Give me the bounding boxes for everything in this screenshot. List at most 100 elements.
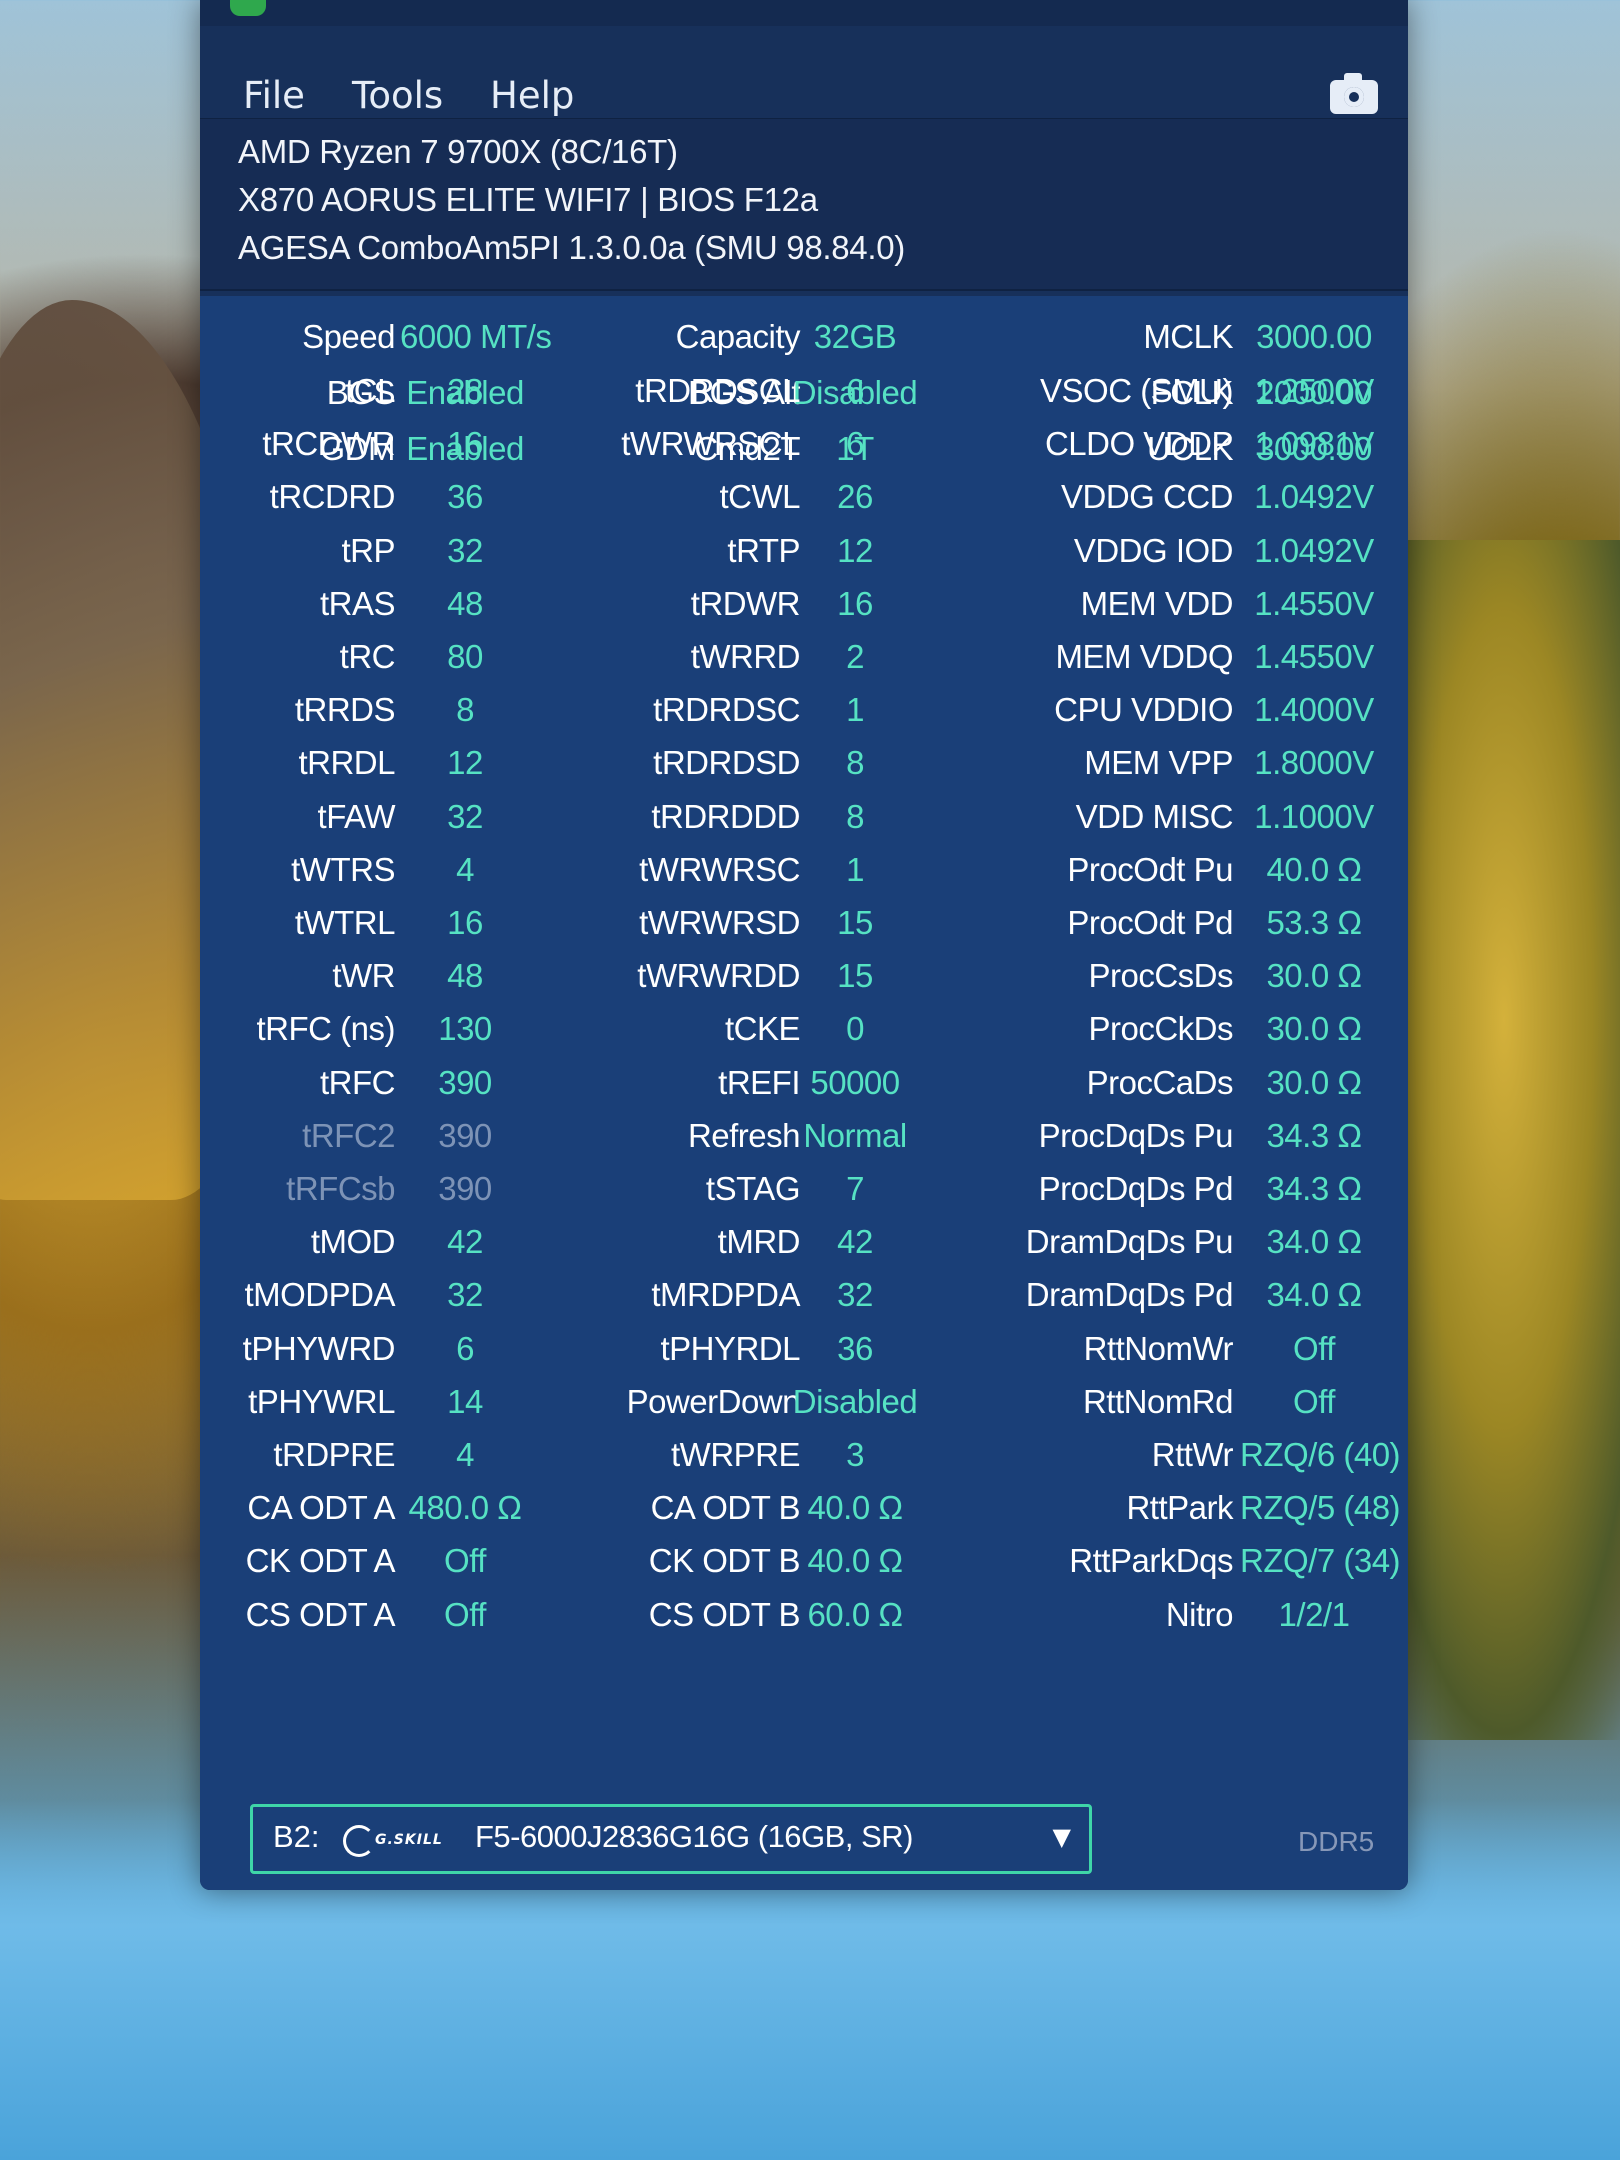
summary-label-2: Capacity xyxy=(675,318,801,355)
timings-label-2: Refresh xyxy=(687,1117,801,1154)
timings-value-1: 36 xyxy=(447,478,483,515)
timings-value-3: RZQ/7 (34) xyxy=(1240,1542,1401,1579)
timings-label-3: ProcOdt Pu xyxy=(1067,851,1233,888)
timings-label-3: ProcDqDs Pu xyxy=(1038,1117,1234,1154)
timings-label-3: ProcCkDs xyxy=(1088,1010,1233,1047)
timings-label-2: tRTP xyxy=(727,532,800,569)
summary-value-2: 32GB xyxy=(813,318,897,355)
timings-label-1: tRDPRE xyxy=(273,1436,395,1473)
summary-value-1: 6000 MT/s xyxy=(400,318,552,355)
timings-label-3: ProcOdt Pd xyxy=(1067,904,1233,941)
menu-bar: File Tools Help xyxy=(200,26,1408,117)
timings-label-3: VDD MISC xyxy=(1075,798,1234,835)
timings-label-2: tWRWRSD xyxy=(639,904,800,941)
module-description: F5-6000J2836G16G (16GB, SR) xyxy=(475,1819,913,1854)
background-trees xyxy=(1400,540,1620,1740)
timings-label-2: CA ODT B xyxy=(650,1489,801,1526)
camera-icon[interactable] xyxy=(1330,73,1378,114)
timings-value-3: 30.0 Ω xyxy=(1266,1064,1362,1101)
timings-value-2: 2 xyxy=(846,638,864,675)
chevron-down-icon[interactable]: ▼ xyxy=(1053,1823,1071,1851)
module-slot-label: B2: xyxy=(273,1819,320,1854)
timings-value-2: 40.0 Ω xyxy=(807,1542,903,1579)
app-icon xyxy=(230,0,266,16)
menu-tools[interactable]: Tools xyxy=(352,74,443,117)
timings-value-2: 36 xyxy=(837,1330,873,1367)
timings-label-2: tPHYRDL xyxy=(660,1330,800,1367)
memory-type-label: DDR5 xyxy=(1298,1826,1375,1857)
gskill-logo: G.SKILL xyxy=(343,1821,443,1859)
timings-label-1: tRFCsb xyxy=(286,1170,395,1207)
timings-value-3: 34.0 Ω xyxy=(1266,1223,1362,1260)
timings-value-2: Normal xyxy=(803,1117,907,1154)
timings-label-3: VDDG CCD xyxy=(1060,478,1234,515)
timings-label-3: CPU VDDIO xyxy=(1054,691,1233,728)
timings-value-1: 4 xyxy=(456,851,474,888)
module-selector[interactable]: B2: G.SKILL F5-6000J2836G16G (16GB, SR) … xyxy=(250,1804,1092,1874)
timings-value-1: 390 xyxy=(438,1170,492,1207)
timings-label-2: tWRPRE xyxy=(671,1436,801,1473)
timings-label-1: CK ODT A xyxy=(245,1542,396,1579)
timings-label-3: RttNomRd xyxy=(1082,1383,1234,1420)
menu-file[interactable]: File xyxy=(243,74,305,117)
timings-value-2: 0 xyxy=(846,1010,864,1047)
title-bar[interactable]: ⌃ xyxy=(200,0,1408,26)
timings-value-1: 32 xyxy=(447,1276,483,1313)
timings-value-3: Off xyxy=(1293,1383,1335,1420)
timings-value-2: 12 xyxy=(837,532,873,569)
timings-label-3: RttPark xyxy=(1126,1489,1233,1526)
timings-label-1: tRP xyxy=(341,532,395,569)
timings-value-1: 14 xyxy=(447,1383,483,1420)
timings-value-2: 8 xyxy=(846,798,864,835)
timings-value-3: 1.4550V xyxy=(1254,585,1374,622)
timings-label-2: tRDRDDD xyxy=(651,798,800,835)
timings-label-2: tWRWRDD xyxy=(637,957,800,994)
timings-label-3: MEM VDD xyxy=(1080,585,1234,622)
summary-label-1: Speed xyxy=(302,318,395,355)
timings-label-1: CS ODT A xyxy=(245,1596,396,1633)
timings-label-2: tRDRDSCL xyxy=(635,372,800,409)
zentimings-window: ⌃ File Tools Help AMD Ryzen 7 9700X (8C/… xyxy=(200,0,1408,1890)
timings-value-2: 15 xyxy=(837,904,873,941)
close-icon[interactable]: ⌃ xyxy=(1366,0,1388,16)
menu-help[interactable]: Help xyxy=(490,74,574,117)
timings-label-3: VDDG IOD xyxy=(1073,532,1234,569)
timings-label-2: tMRDPDA xyxy=(651,1276,800,1313)
timings-value-3: 34.0 Ω xyxy=(1266,1276,1362,1313)
timings-value-1: 28 xyxy=(447,372,483,409)
timings-value-3: 30.0 Ω xyxy=(1266,1010,1362,1047)
timings-value-1: 32 xyxy=(447,798,483,835)
timings-value-3: 34.3 Ω xyxy=(1266,1170,1362,1207)
timings-label-1: tRCDWR xyxy=(262,425,395,462)
timings-label-1: tWTRS xyxy=(291,851,395,888)
timings-label-1: tRAS xyxy=(319,585,396,622)
timings-value-2: 3 xyxy=(846,1436,864,1473)
timings-value-3: 1.8000V xyxy=(1254,744,1374,781)
timings-value-3: RZQ/6 (40) xyxy=(1240,1436,1401,1473)
timings-label-2: CS ODT B xyxy=(648,1596,801,1633)
timings-label-1: tRFC (ns) xyxy=(256,1010,396,1047)
timings-value-2: 42 xyxy=(837,1223,873,1260)
timings-label-2: tCWL xyxy=(719,478,801,515)
timings-value-2: 50000 xyxy=(810,1064,900,1101)
timings-label-3: ProcCaDs xyxy=(1086,1064,1234,1101)
timings-label-2: tRDRDSD xyxy=(653,744,800,781)
timings-value-2: 6 xyxy=(846,425,864,462)
timings-label-2: tCKE xyxy=(724,1010,801,1047)
timings-label-1: tMODPDA xyxy=(244,1276,395,1313)
timings-value-3: 30.0 Ω xyxy=(1266,957,1362,994)
timings-label-1: tCL xyxy=(345,372,395,409)
timings-label-1: tRFC2 xyxy=(302,1117,395,1154)
timings-label-1: tRRDS xyxy=(294,691,396,728)
timings-label-2: PowerDown xyxy=(626,1383,801,1420)
timings-value-2: 8 xyxy=(846,744,864,781)
timings-label-3: MEM VPP xyxy=(1084,744,1233,781)
timings-label-1: tRCDRD xyxy=(269,478,396,515)
timings-label-2: tWRWRSC xyxy=(639,851,800,888)
timings-label-1: tWR xyxy=(332,957,395,994)
timings-label-3: DramDqDs Pd xyxy=(1025,1276,1234,1313)
timings-value-3: 1/2/1 xyxy=(1278,1596,1350,1633)
timings-label-1: tPHYWRL xyxy=(248,1383,395,1420)
timings-label-3: RttNomWr xyxy=(1083,1330,1234,1367)
timings-label-2: tWRRD xyxy=(690,638,801,675)
